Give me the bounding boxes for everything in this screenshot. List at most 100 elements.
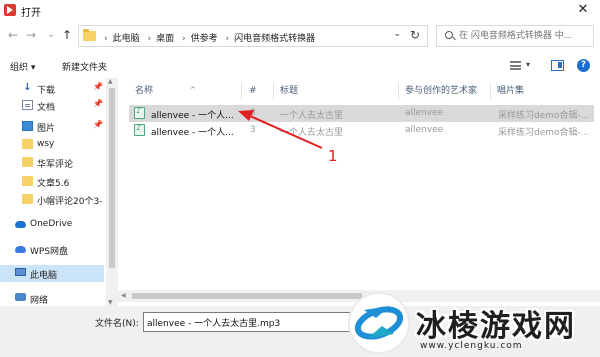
network-icon [15,293,26,301]
download-icon: ↓ [23,82,32,93]
file-album: 采样练习demo合辑-... [498,128,590,138]
watermark-logo-icon [348,292,410,354]
file-row[interactable]: allenvee - 一个人... 3 一个人去太古里 allenvee 采样练… [129,122,594,139]
window-title: 打开 [21,8,41,19]
nav-item-this-pc[interactable]: 此电脑 [0,265,104,282]
nav-item-label: 华军评论 [37,160,74,170]
scrollbar-thumb[interactable] [109,88,115,268]
breadcrumb-item[interactable]: 闪电音频格式转换器 [234,31,315,44]
folder-icon [83,29,96,41]
filename-input[interactable] [143,312,373,332]
column-header-label: 名称 [135,86,154,96]
up-button[interactable]: ↑ [60,27,74,43]
file-name: allenvee - 一个人... [151,111,233,121]
nav-item-label: 图片 [37,124,56,134]
search-input[interactable] [459,29,591,43]
nav-item-label: 下载 [37,86,56,96]
forward-button[interactable]: → [24,27,38,43]
nav-item-label: 文章5.6 [37,179,70,189]
picture-icon [22,121,33,131]
nav-item-article[interactable]: 文章5.6 [0,173,104,190]
file-title: 一个人去太古里 [280,111,344,121]
breadcrumb-separator: › [225,34,230,44]
search-box[interactable] [436,25,594,47]
breadcrumb-separator: › [147,34,152,44]
nav-item-label: wsy [37,139,55,149]
address-dropdown-button[interactable]: ⌄ [393,29,401,39]
recent-locations-button[interactable]: ⌄ [44,27,58,43]
scroll-down-arrow-icon[interactable]: ▼ [108,299,113,306]
audio-file-icon [134,106,145,119]
view-options-icon[interactable] [510,61,521,70]
breadcrumb-item[interactable]: 此电脑 [113,31,140,44]
nav-item-onedrive[interactable]: OneDrive [0,216,104,233]
navigation-pane: ↓ 下载 📌 文档 📌 图片 📌 wsy 华军评论 文章5.6 小帽评论20个3… [0,78,118,306]
nav-item-label: 小帽评论20个3- [37,197,103,207]
refresh-button[interactable]: ↻ [407,28,423,42]
nav-item-label: 此电脑 [30,271,58,281]
scroll-up-arrow-icon[interactable]: ▲ [108,78,113,85]
watermark-url: www.yclengku.com [420,341,523,351]
document-icon [22,100,33,110]
folder-icon [22,139,33,149]
file-title: 一个人去太古里 [280,128,344,138]
file-track-number: 3 [250,108,256,118]
search-icon [445,31,453,39]
breadcrumb-item[interactable]: 桌面 [156,31,174,44]
pin-icon: 📌 [93,99,103,108]
nav-item-wsy[interactable]: wsy [0,136,104,153]
nav-item-huajun-review[interactable]: 华军评论 [0,154,104,171]
pin-icon: 📌 [93,120,103,129]
column-header-album[interactable]: 唱片集 [491,80,591,102]
file-name: allenvee - 一个人... [151,128,233,138]
file-album: 采样练习demo合辑-... [498,111,590,121]
file-artist: allenvee [405,108,444,118]
wps-cloud-icon [15,246,26,253]
folder-icon [22,194,33,204]
view-dropdown-button[interactable]: ▾ [526,60,530,69]
column-header-number[interactable]: # [243,80,273,102]
folder-icon [22,176,33,186]
file-track-number: 3 [250,125,256,135]
audio-file-icon [134,123,145,136]
column-header-artist[interactable]: 参与创作的艺术家 [399,80,493,102]
back-button[interactable]: ← [6,27,20,43]
filename-label: 文件名(N): [95,319,139,329]
toolbar: 组织 ▾ 新建文件夹 ▾ ? [0,54,600,78]
nav-item-documents[interactable]: 文档 📌 [0,97,104,114]
breadcrumb-item[interactable]: 供参考 [191,31,218,44]
nav-item-downloads[interactable]: ↓ 下载 📌 [0,80,104,97]
column-divider[interactable] [241,82,242,100]
computer-icon [15,268,26,276]
nav-pane-scrollbar[interactable]: ▲ ▼ [106,78,118,306]
file-row[interactable]: allenvee - 一个人... 3 一个人去太古里 allenvee 采样练… [129,105,594,122]
column-header-name[interactable]: 名称 ^ [129,80,239,102]
help-button[interactable]: ? [577,59,590,72]
address-bar[interactable]: › 此电脑 › 桌面 › 供参考 › 闪电音频格式转换器 ⌄ ↻ [78,25,428,47]
breadcrumb-separator: › [182,34,186,44]
nav-item-label: 文档 [37,103,56,113]
scroll-left-arrow-icon[interactable]: ◀ [121,292,126,299]
nav-item-network[interactable]: 网络 [0,290,104,306]
address-row: ← → ⌄ ↑ › 此电脑 › 桌面 › 供参考 › 闪电音频格式转换器 ⌄ ↻ [0,22,600,48]
column-header-title[interactable]: 标题 [274,80,394,102]
watermark-text: 冰棱游戏网 [416,309,576,344]
organize-button[interactable]: 组织 ▾ [10,60,35,73]
nav-item-label: OneDrive [30,219,73,229]
nav-item-xiaomao-review[interactable]: 小帽评论20个3- [0,191,104,208]
preview-pane-button[interactable] [551,60,564,71]
nav-item-pictures[interactable]: 图片 📌 [0,118,104,135]
new-folder-button[interactable]: 新建文件夹 [62,60,107,73]
file-artist: allenvee [405,125,444,135]
folder-icon [22,157,33,167]
sort-ascending-icon: ^ [190,86,196,94]
scrollbar-thumb[interactable] [132,293,362,299]
close-button[interactable]: ✕ [566,0,600,20]
pin-icon: 📌 [93,82,103,91]
file-list: 名称 ^ # 标题 参与创作的艺术家 唱片集 allenvee - 一个人...… [123,78,600,290]
nav-item-wps-drive[interactable]: WPS网盘 [0,241,104,258]
title-bar: 打开 ✕ [0,0,600,20]
open-file-dialog: 打开 ✕ ← → ⌄ ↑ › 此电脑 › 桌面 › 供参考 › 闪电音频格式转换器 ⌄ … [0,0,600,357]
breadcrumb: › 此电脑 › 桌面 › 供参考 › 闪电音频格式转换器 [99,31,315,44]
onedrive-cloud-icon [15,221,26,228]
